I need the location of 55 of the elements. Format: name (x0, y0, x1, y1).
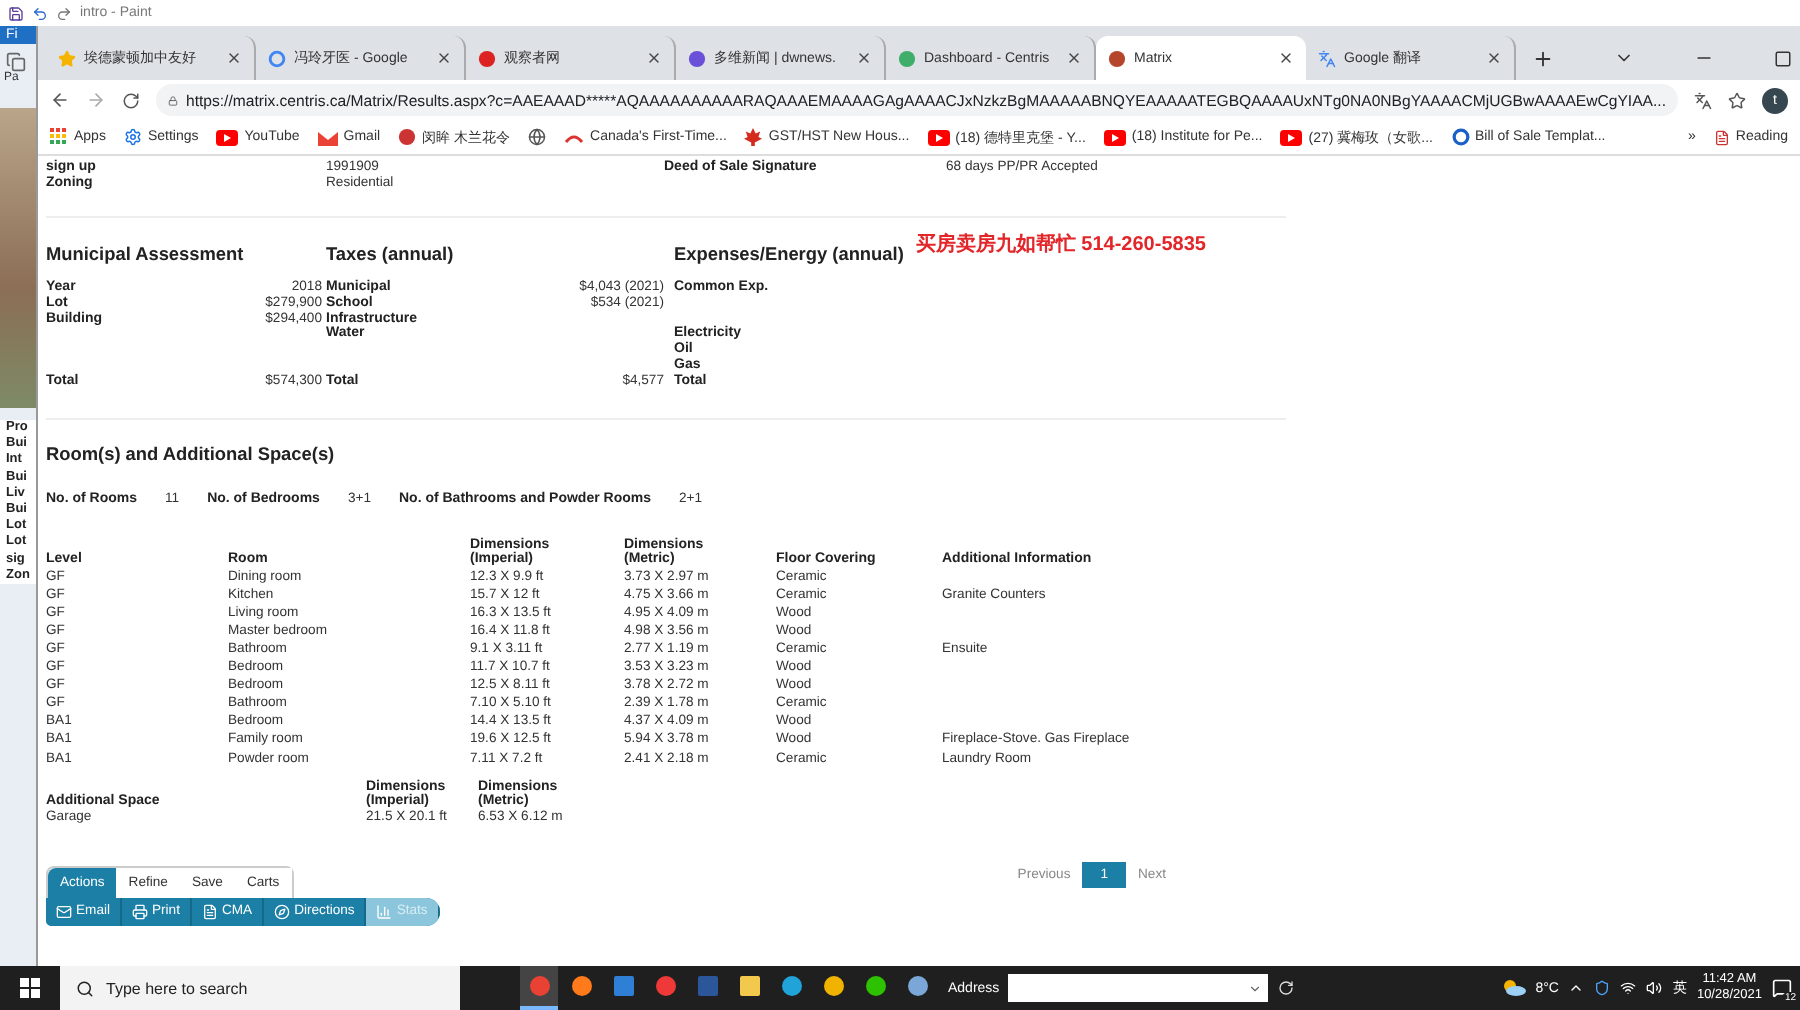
compass-icon (274, 903, 291, 920)
app-icon[interactable] (520, 966, 558, 1010)
dropdown-icon[interactable] (1247, 981, 1262, 995)
reload-icon[interactable] (122, 91, 140, 109)
search-icon (76, 979, 94, 997)
envelope-icon (56, 903, 72, 920)
leaf-icon (744, 128, 763, 146)
document-icon (201, 903, 218, 920)
back-icon[interactable] (50, 90, 70, 110)
wifi-icon[interactable] (1620, 980, 1637, 996)
shield-icon[interactable] (1594, 980, 1611, 996)
undo-icon[interactable] (32, 5, 48, 21)
apps-grid-icon (50, 128, 68, 146)
lock-icon (168, 93, 178, 107)
address-field[interactable] (1007, 974, 1268, 1002)
close-icon[interactable] (436, 50, 452, 66)
chevron-up-icon[interactable] (1568, 980, 1585, 996)
close-icon[interactable] (226, 50, 242, 66)
bookmark-star-icon[interactable] (1728, 91, 1746, 109)
search-field[interactable]: Type here to search (60, 966, 460, 1010)
section-heading: Expenses/Energy (annual) (674, 242, 904, 266)
close-icon[interactable] (1486, 50, 1502, 66)
speaker-icon[interactable] (1646, 980, 1663, 996)
annotation-text: 买房卖房九如帮忙 514-260-5835 (915, 234, 1206, 258)
section-heading: Municipal Assessment (46, 242, 246, 268)
close-icon[interactable] (1278, 50, 1294, 66)
bar-chart-icon (376, 903, 393, 920)
settings-icon (123, 128, 142, 146)
translate-icon[interactable] (1694, 91, 1712, 109)
translate-icon (1318, 49, 1336, 67)
play-icon (927, 129, 950, 145)
maximize-icon[interactable] (1774, 49, 1792, 67)
close-icon[interactable] (856, 50, 872, 66)
mail-icon (317, 129, 338, 145)
cloud-icon[interactable] (1501, 980, 1526, 996)
list-icon (1713, 129, 1730, 145)
ring-icon (1451, 128, 1469, 146)
section-heading: Taxes (annual) (326, 242, 456, 268)
clipboard-icon[interactable] (6, 52, 26, 72)
globe-icon (528, 128, 547, 146)
bookmark-item[interactable] (528, 128, 547, 146)
new-tab-icon[interactable] (1532, 47, 1554, 69)
play-icon (1103, 129, 1126, 145)
close-icon[interactable] (1066, 50, 1082, 66)
play-icon (1280, 129, 1303, 145)
star-icon (58, 49, 76, 67)
redo-icon[interactable] (56, 5, 72, 21)
notifications-icon[interactable] (1772, 978, 1792, 998)
arc-icon (564, 131, 585, 143)
close-icon[interactable] (646, 50, 662, 66)
section-heading: Room(s) and Additional Space(s) (46, 443, 335, 464)
save-icon[interactable] (8, 5, 24, 21)
printer-icon (132, 903, 148, 920)
refresh-icon[interactable] (1277, 980, 1294, 996)
play-icon (216, 129, 239, 145)
